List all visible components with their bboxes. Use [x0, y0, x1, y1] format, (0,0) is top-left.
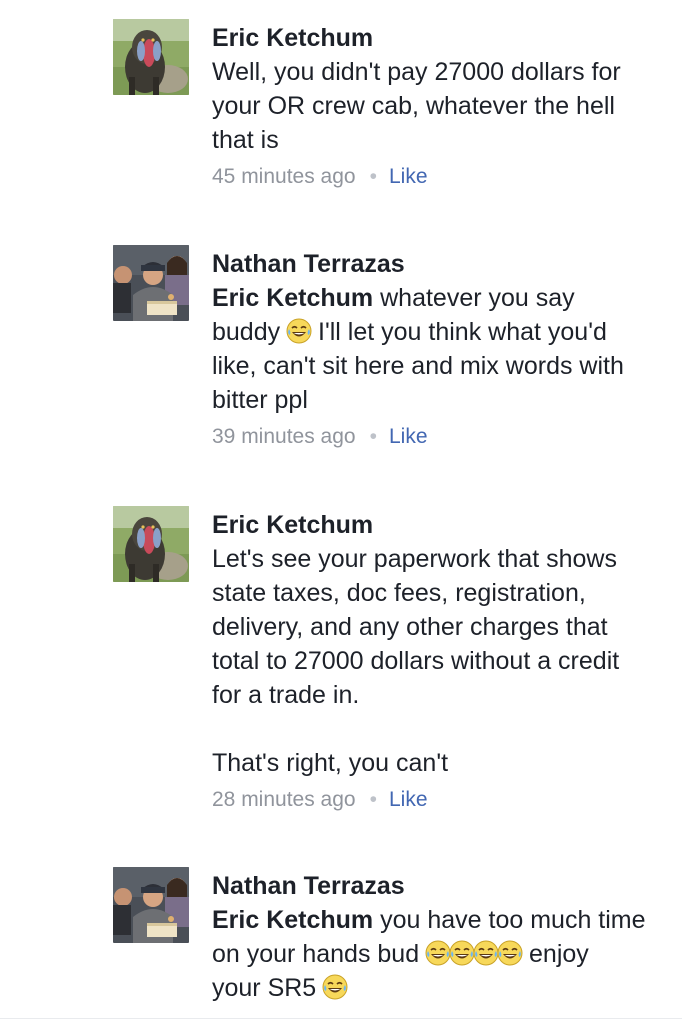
- comment-text-line: Well, you didn't pay 27000 dollars for: [212, 58, 621, 86]
- comment-text-line: That's right, you can't: [212, 749, 449, 777]
- comment-text-line: total to 27000 dollars without a credit: [212, 647, 620, 675]
- comment-text-line: delivery, and any other charges that: [212, 613, 608, 641]
- face-with-tears-of-joy-icon: [286, 318, 312, 344]
- comment-text-line: Eric Ketchum whatever you say: [212, 281, 672, 315]
- comment-timestamp[interactable]: 28 minutes ago: [212, 788, 356, 811]
- comment-meta: 28 minutes ago • Like: [212, 786, 672, 814]
- comment-text-segment: on your hands bud: [212, 940, 427, 968]
- separator-dot: •: [369, 788, 377, 811]
- comment-text: Eric Ketchum you have too much time on y…: [212, 903, 672, 1005]
- comment-text-segment: enjoy: [522, 940, 589, 968]
- comment-text-line: Eric Ketchum you have too much time: [212, 903, 672, 937]
- comment-text-line: on your hands bud enjoy: [212, 937, 672, 971]
- like-link[interactable]: Like: [389, 165, 428, 188]
- avatar[interactable]: [113, 245, 189, 321]
- divider: [0, 1018, 682, 1019]
- comment-text-line: buddy I'll let you think what you'd: [212, 315, 672, 349]
- separator-dot: •: [369, 165, 377, 188]
- face-with-tears-of-joy-icon: [449, 940, 475, 966]
- comment-meta: 45 minutes ago • Like: [212, 163, 672, 191]
- face-with-tears-of-joy-icon: [497, 940, 523, 966]
- comment-text: Well, you didn't pay 27000 dollars for y…: [212, 55, 672, 157]
- comment-text-line: your OR crew cab, whatever the hell: [212, 92, 615, 120]
- comment-author[interactable]: Eric Ketchum: [212, 508, 672, 542]
- family-photo-avatar-image: [113, 867, 189, 943]
- mandrill-avatar-image: [113, 19, 189, 95]
- comment-text-line: like, can't sit here and mix words with: [212, 352, 624, 380]
- mention-link[interactable]: Eric Ketchum: [212, 284, 373, 312]
- comment-timestamp[interactable]: 45 minutes ago: [212, 165, 356, 188]
- comment-author[interactable]: Nathan Terrazas: [212, 869, 672, 903]
- comment-text-line: your SR5: [212, 971, 672, 1005]
- avatar[interactable]: [113, 506, 189, 582]
- comment-author[interactable]: Eric Ketchum: [212, 21, 672, 55]
- face-with-tears-of-joy-icon: [473, 940, 499, 966]
- mention-link[interactable]: Eric Ketchum: [212, 906, 373, 934]
- like-link[interactable]: Like: [389, 425, 428, 448]
- comment-text-segment: you have too much time: [373, 906, 646, 934]
- separator-dot: •: [369, 425, 377, 448]
- comment-author[interactable]: Nathan Terrazas: [212, 247, 672, 281]
- comment-text-line: state taxes, doc fees, registration,: [212, 579, 586, 607]
- avatar[interactable]: [113, 867, 189, 943]
- comment-text-segment: I'll let you think what you'd: [311, 318, 607, 346]
- comment-text-line: for a trade in.: [212, 681, 360, 709]
- comment-timestamp[interactable]: 39 minutes ago: [212, 425, 356, 448]
- comment-text-segment: buddy: [212, 318, 288, 346]
- comment-meta: 39 minutes ago • Like: [212, 423, 672, 451]
- comment-text: Let's see your paperwork that shows stat…: [212, 542, 672, 780]
- comment-text-segment: whatever you say: [373, 284, 575, 312]
- face-with-tears-of-joy-icon: [322, 974, 348, 1000]
- comment-text-line: bitter ppl: [212, 386, 308, 414]
- comment-text-segment: your SR5: [212, 974, 324, 1002]
- comment-text: Eric Ketchum whatever you say buddy I'll…: [212, 281, 672, 417]
- comment-text-line: Let's see your paperwork that shows: [212, 545, 617, 573]
- family-photo-avatar-image: [113, 245, 189, 321]
- comment-text-line: that is: [212, 126, 279, 154]
- mandrill-avatar-image: [113, 506, 189, 582]
- like-link[interactable]: Like: [389, 788, 428, 811]
- avatar[interactable]: [113, 19, 189, 95]
- face-with-tears-of-joy-icon: [425, 940, 451, 966]
- paragraph-break: [212, 712, 672, 746]
